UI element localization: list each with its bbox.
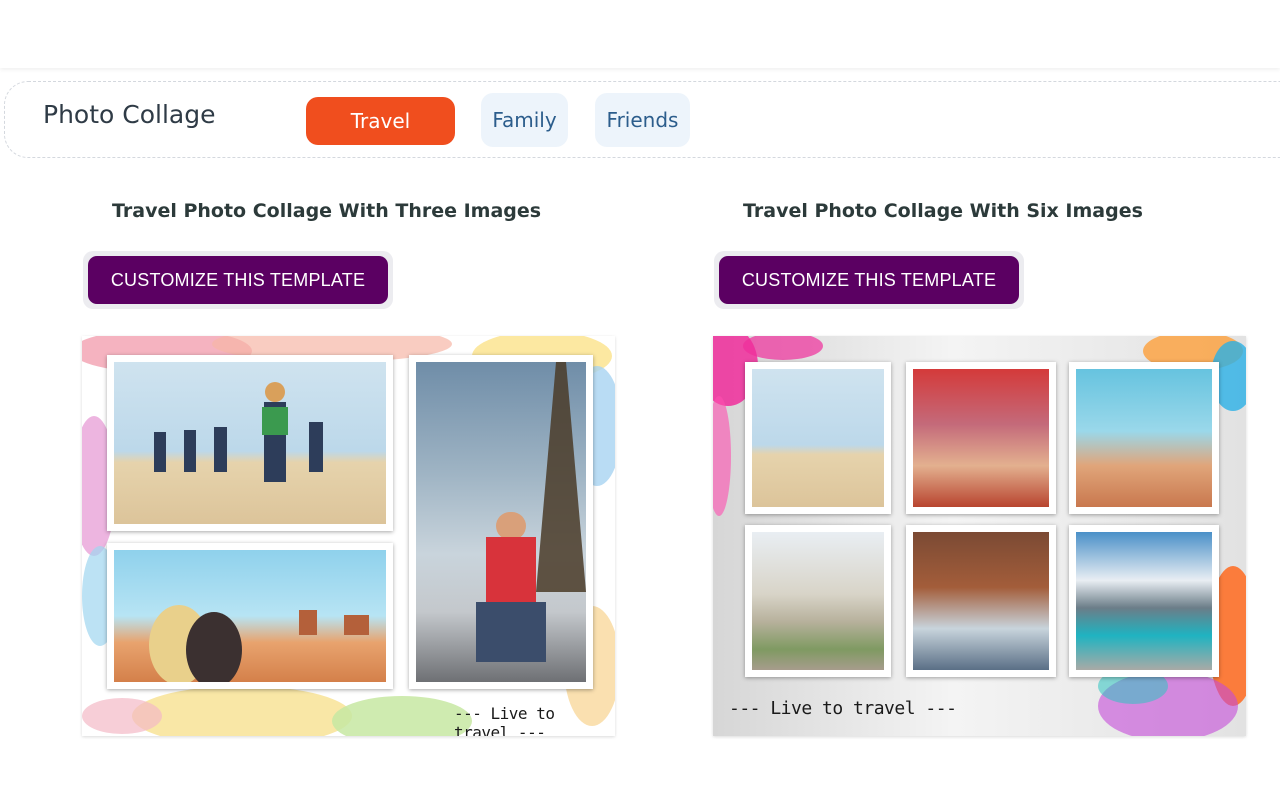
photo-desert-group xyxy=(752,369,884,507)
tab-travel[interactable]: Travel xyxy=(306,97,455,145)
photo-palace-walk xyxy=(752,532,884,670)
photo-frame xyxy=(745,362,891,514)
template-title-six-images: Travel Photo Collage With Six Images xyxy=(743,200,1143,222)
photo-frame xyxy=(906,525,1056,677)
customize-template-button[interactable]: CUSTOMIZE THIS TEMPLATE xyxy=(719,256,1019,304)
photo-festival-friends xyxy=(913,369,1049,507)
photo-frame xyxy=(906,362,1056,514)
cta-wrapper: CUSTOMIZE THIS TEMPLATE xyxy=(83,251,393,309)
photo-frame xyxy=(745,525,891,677)
cta-wrapper: CUSTOMIZE THIS TEMPLATE xyxy=(714,251,1024,309)
customize-template-button[interactable]: CUSTOMIZE THIS TEMPLATE xyxy=(88,256,388,304)
photo-coastal-rocks xyxy=(913,532,1049,670)
photo-desert-group xyxy=(114,362,386,524)
photo-frame xyxy=(409,355,593,689)
template-title-three-images: Travel Photo Collage With Three Images xyxy=(112,200,542,222)
collage-tagline: --- Live to travel --- xyxy=(454,704,555,736)
photo-frame xyxy=(107,543,393,689)
tab-friends[interactable]: Friends xyxy=(595,93,690,147)
tab-family[interactable]: Family xyxy=(481,93,568,147)
photo-canyon-friends xyxy=(1076,369,1212,507)
travelers-illustration xyxy=(154,382,323,482)
collage-preview-six-images[interactable]: --- Live to travel --- xyxy=(713,336,1246,736)
photo-mountain-lake xyxy=(1076,532,1212,670)
page-title: Photo Collage xyxy=(43,100,216,129)
top-header xyxy=(0,0,1280,68)
photo-frame xyxy=(1069,525,1219,677)
eiffel-illustration xyxy=(476,362,586,662)
photo-monument-valley xyxy=(114,550,386,682)
photo-frame xyxy=(107,355,393,531)
friends-illustration xyxy=(149,605,369,682)
collage-preview-three-images[interactable]: --- Live to travel --- xyxy=(82,336,615,736)
category-tabbar: Photo Collage Travel Family Friends xyxy=(4,81,1280,158)
photo-eiffel-tower xyxy=(416,362,586,682)
photo-frame xyxy=(1069,362,1219,514)
collage-tagline: --- Live to travel --- xyxy=(729,698,957,719)
